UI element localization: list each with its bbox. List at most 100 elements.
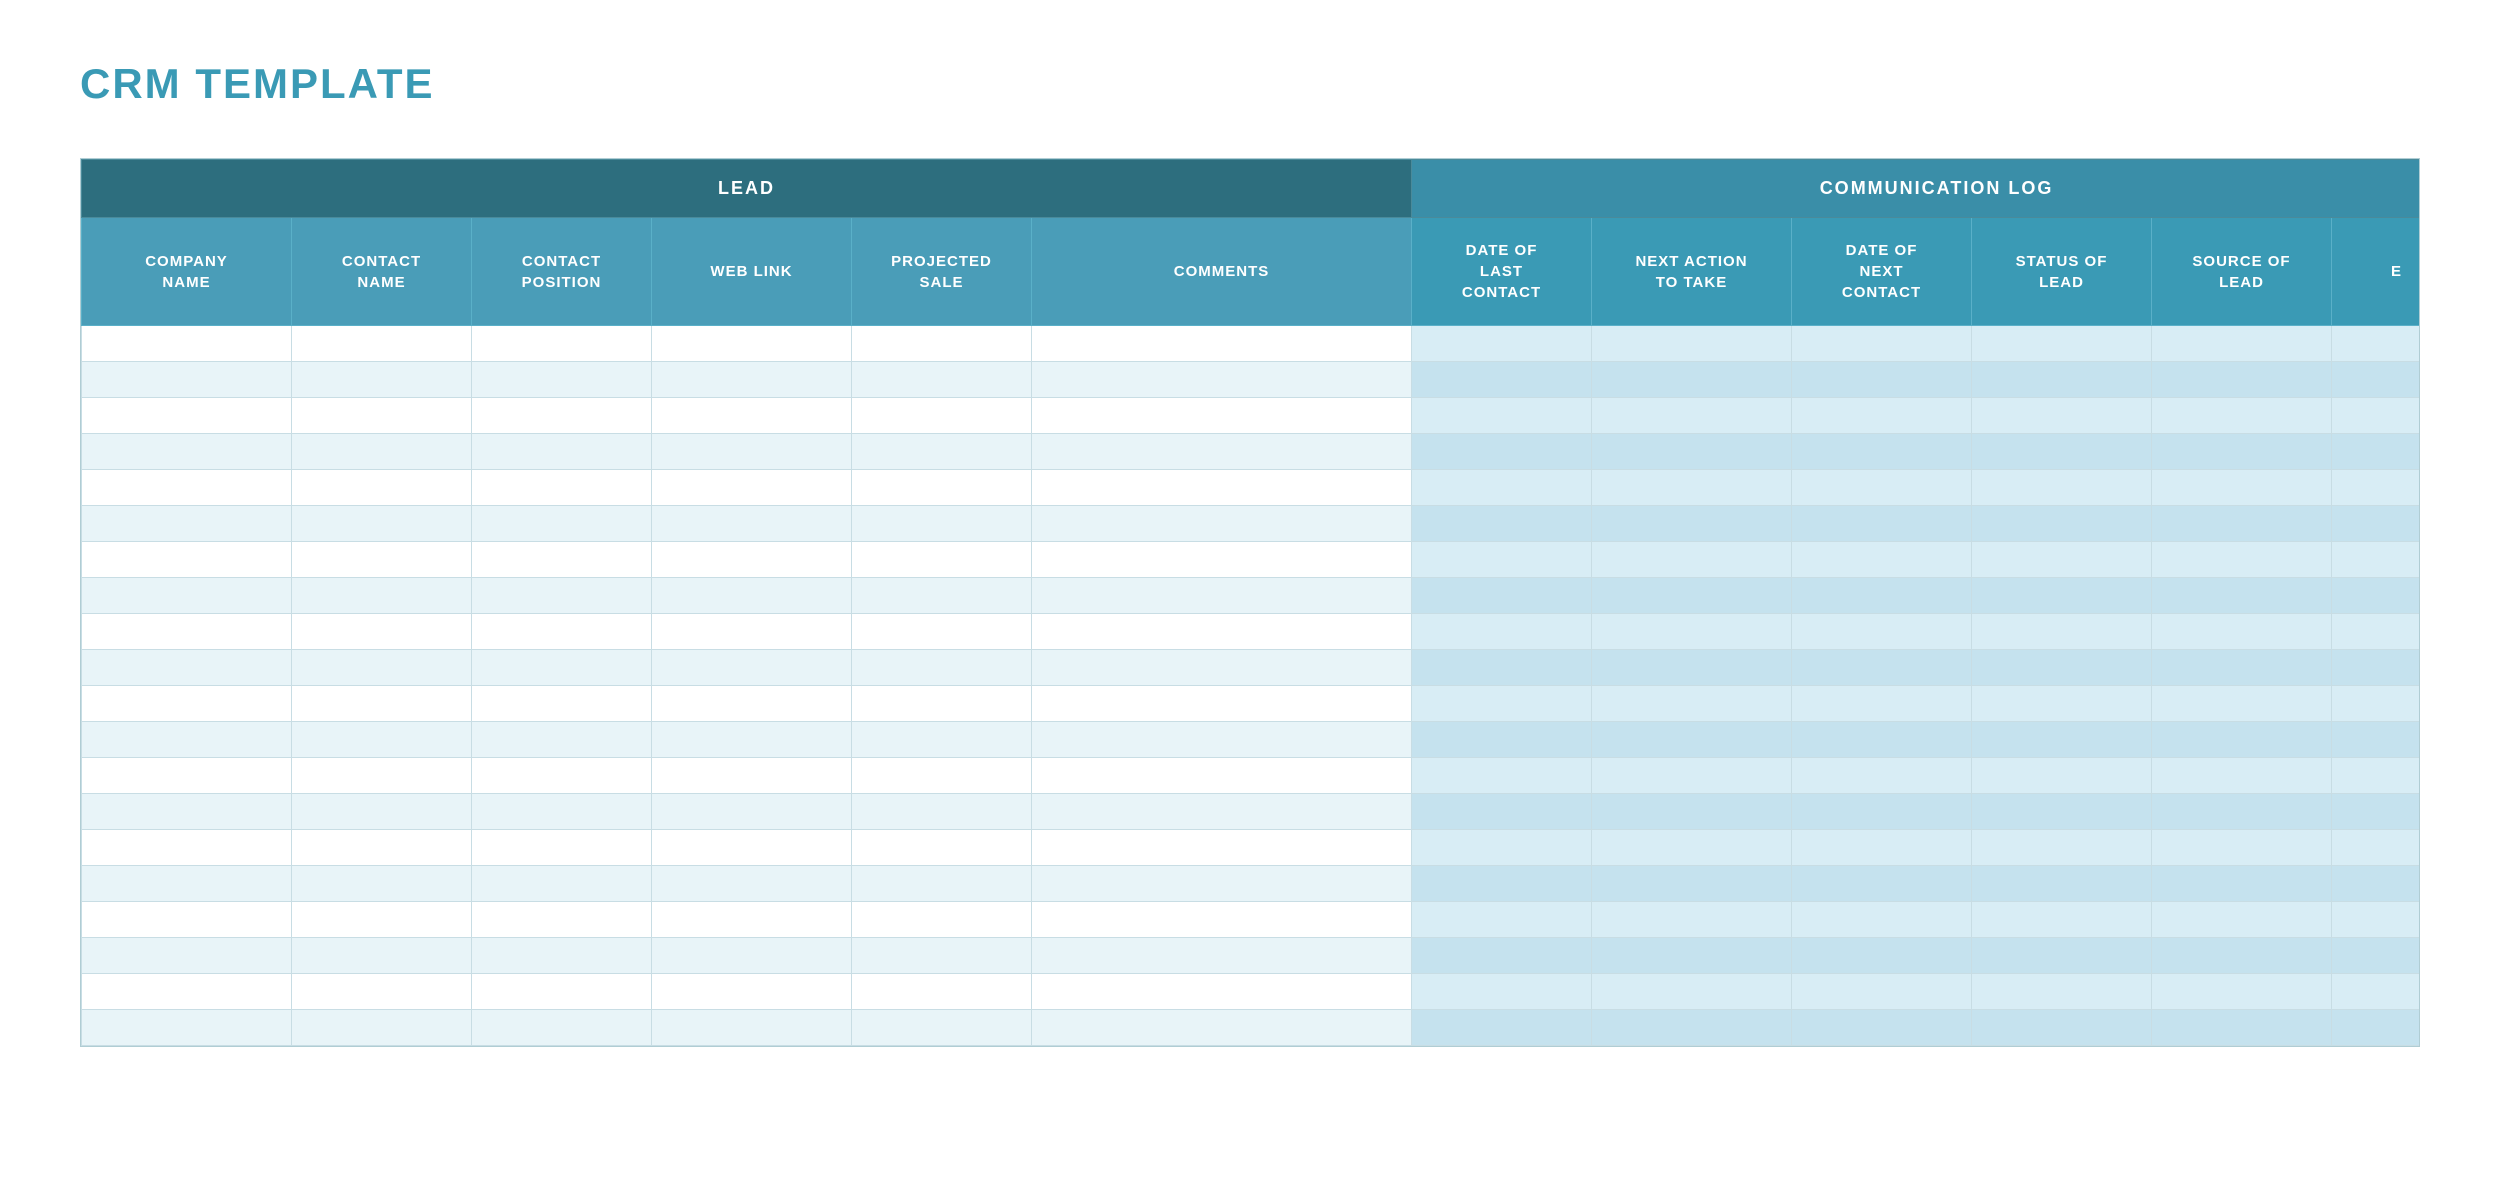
comm-cell[interactable] [1412,398,1592,434]
lead-cell[interactable] [652,326,852,362]
lead-cell[interactable] [82,974,292,1010]
comm-cell[interactable] [1592,938,1792,974]
lead-cell[interactable] [82,758,292,794]
comm-cell[interactable] [1972,830,2152,866]
comm-cell[interactable] [1792,830,1972,866]
lead-cell[interactable] [852,614,1032,650]
comm-cell[interactable] [1972,470,2152,506]
lead-cell[interactable] [82,614,292,650]
lead-cell[interactable] [292,434,472,470]
lead-cell[interactable] [472,614,652,650]
comm-cell[interactable] [1412,830,1592,866]
lead-cell[interactable] [1032,398,1412,434]
comm-cell[interactable] [1592,722,1792,758]
lead-cell[interactable] [852,866,1032,902]
comm-cell[interactable] [1592,902,1792,938]
lead-cell[interactable] [472,722,652,758]
comm-cell[interactable] [2332,1010,2421,1046]
comm-cell[interactable] [1792,722,1972,758]
comm-cell[interactable] [1792,614,1972,650]
lead-cell[interactable] [292,326,472,362]
lead-cell[interactable] [292,686,472,722]
comm-cell[interactable] [1592,434,1792,470]
comm-cell[interactable] [1792,938,1972,974]
lead-cell[interactable] [652,362,852,398]
comm-cell[interactable] [2332,794,2421,830]
lead-cell[interactable] [852,722,1032,758]
lead-cell[interactable] [652,758,852,794]
lead-cell[interactable] [652,1010,852,1046]
comm-cell[interactable] [2332,938,2421,974]
lead-cell[interactable] [292,650,472,686]
lead-cell[interactable] [852,434,1032,470]
lead-cell[interactable] [852,974,1032,1010]
lead-cell[interactable] [82,506,292,542]
lead-cell[interactable] [852,578,1032,614]
comm-cell[interactable] [1592,650,1792,686]
lead-cell[interactable] [82,794,292,830]
lead-cell[interactable] [292,722,472,758]
lead-cell[interactable] [652,866,852,902]
comm-cell[interactable] [2152,938,2332,974]
comm-cell[interactable] [1592,470,1792,506]
comm-cell[interactable] [1412,686,1592,722]
lead-cell[interactable] [1032,326,1412,362]
comm-cell[interactable] [1412,722,1592,758]
comm-cell[interactable] [2152,506,2332,542]
lead-cell[interactable] [292,470,472,506]
comm-cell[interactable] [1792,470,1972,506]
lead-cell[interactable] [852,542,1032,578]
lead-cell[interactable] [292,362,472,398]
lead-cell[interactable] [82,1010,292,1046]
lead-cell[interactable] [1032,974,1412,1010]
comm-cell[interactable] [2332,686,2421,722]
lead-cell[interactable] [652,938,852,974]
comm-cell[interactable] [1792,578,1972,614]
lead-cell[interactable] [652,542,852,578]
lead-cell[interactable] [472,650,652,686]
lead-cell[interactable] [472,506,652,542]
lead-cell[interactable] [852,398,1032,434]
comm-cell[interactable] [1792,686,1972,722]
comm-cell[interactable] [2152,722,2332,758]
comm-cell[interactable] [1972,542,2152,578]
comm-cell[interactable] [2152,650,2332,686]
comm-cell[interactable] [1592,506,1792,542]
comm-cell[interactable] [1972,794,2152,830]
lead-cell[interactable] [292,938,472,974]
comm-cell[interactable] [1972,938,2152,974]
comm-cell[interactable] [1592,794,1792,830]
lead-cell[interactable] [852,794,1032,830]
lead-cell[interactable] [292,578,472,614]
lead-cell[interactable] [472,758,652,794]
lead-cell[interactable] [472,794,652,830]
comm-cell[interactable] [1792,866,1972,902]
comm-cell[interactable] [1972,686,2152,722]
lead-cell[interactable] [652,650,852,686]
comm-cell[interactable] [2332,434,2421,470]
lead-cell[interactable] [652,722,852,758]
lead-cell[interactable] [652,902,852,938]
lead-cell[interactable] [82,722,292,758]
comm-cell[interactable] [1412,434,1592,470]
lead-cell[interactable] [82,470,292,506]
lead-cell[interactable] [852,506,1032,542]
comm-cell[interactable] [2152,974,2332,1010]
lead-cell[interactable] [472,938,652,974]
comm-cell[interactable] [2332,326,2421,362]
lead-cell[interactable] [852,830,1032,866]
lead-cell[interactable] [1032,794,1412,830]
comm-cell[interactable] [2152,1010,2332,1046]
lead-cell[interactable] [472,470,652,506]
lead-cell[interactable] [1032,830,1412,866]
lead-cell[interactable] [472,398,652,434]
comm-cell[interactable] [2332,830,2421,866]
comm-cell[interactable] [1792,398,1972,434]
comm-cell[interactable] [1792,326,1972,362]
lead-cell[interactable] [82,650,292,686]
comm-cell[interactable] [2152,866,2332,902]
comm-cell[interactable] [2332,902,2421,938]
comm-cell[interactable] [1592,866,1792,902]
lead-cell[interactable] [472,902,652,938]
lead-cell[interactable] [82,542,292,578]
